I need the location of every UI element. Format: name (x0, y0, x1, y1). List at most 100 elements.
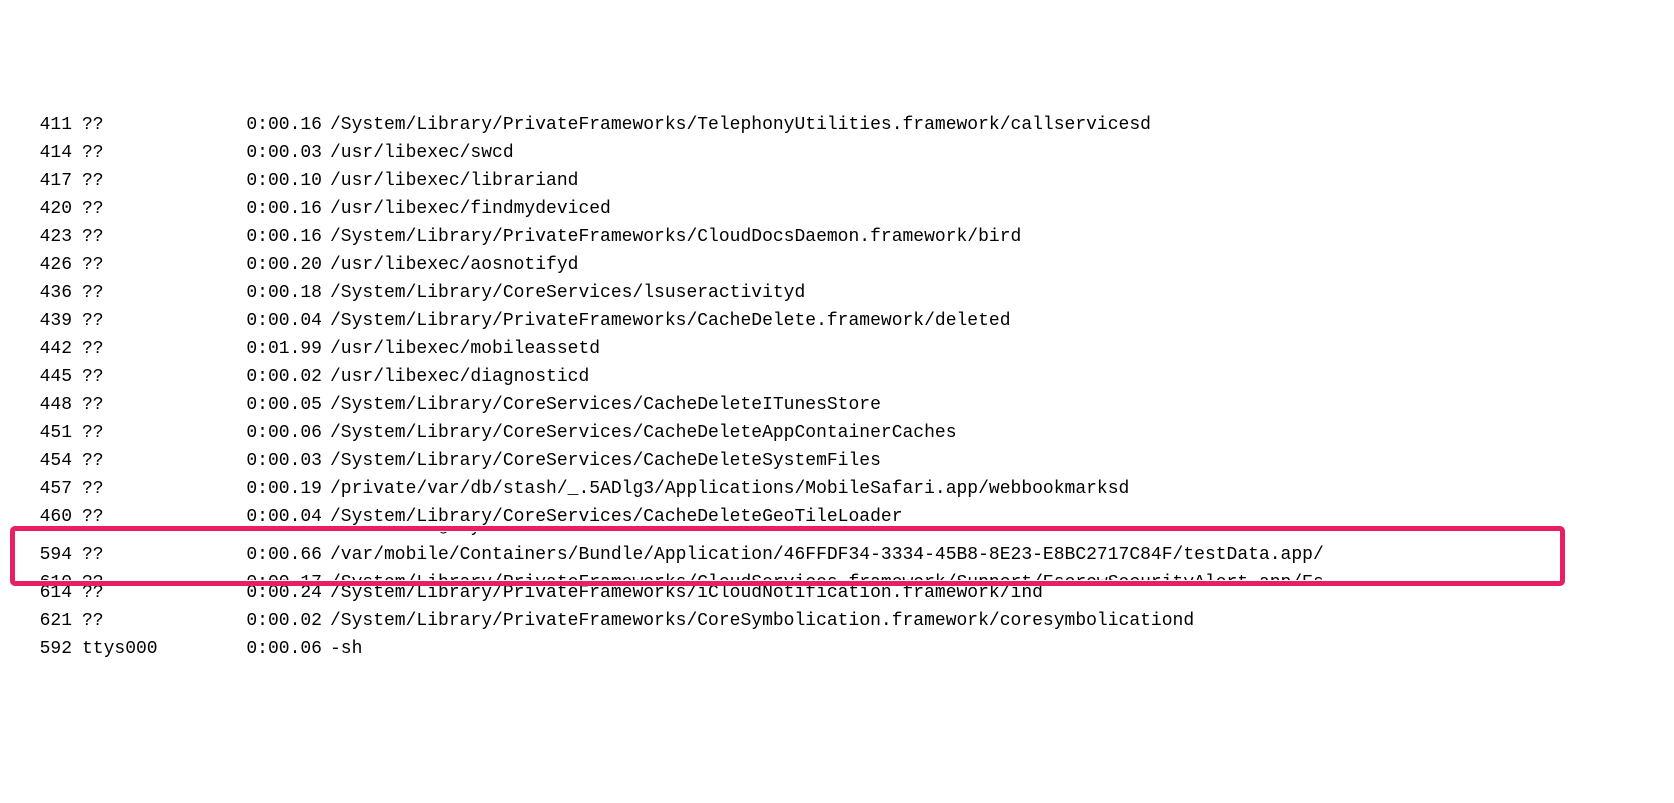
tty-cell: ?? (72, 580, 202, 608)
time-cell: 0:00.04 (202, 504, 322, 532)
command-cell: -sh (322, 636, 362, 664)
pid-cell: 621 (2, 608, 72, 636)
tty-cell: ?? (72, 196, 202, 224)
command-cell: /System/Library/PrivateFrameworks/CoreSy… (322, 608, 1194, 636)
tty-cell: ?? (72, 476, 202, 504)
time-cell: 0:00.10 (202, 168, 322, 196)
process-row: 448??0:00.05/System/Library/CoreServices… (2, 392, 1674, 420)
command-cell: /System/Library/PrivateFrameworks/CloudS… (322, 570, 1324, 580)
process-row: 457??0:00.19/private/var/db/stash/_.5ADl… (2, 476, 1674, 504)
time-cell: 0:01.99 (202, 336, 322, 364)
time-cell: 0:00.02 (202, 364, 322, 392)
process-row: 436??0:00.18/System/Library/CoreServices… (2, 280, 1674, 308)
tty-cell: ?? (72, 308, 202, 336)
tty-cell: ?? (72, 448, 202, 476)
time-cell: 0:00.18 (202, 280, 322, 308)
command-cell: /usr/libexec/diagnosticd (322, 364, 589, 392)
time-cell: 0:00.03 (202, 448, 322, 476)
process-row: 423??0:00.16/System/Library/PrivateFrame… (2, 224, 1674, 252)
time-cell: 0:00.16 (202, 224, 322, 252)
pid-cell: 590 (2, 532, 72, 542)
process-row: 420??0:00.16/usr/libexec/findmydeviced (2, 196, 1674, 224)
command-cell: /System/Library/CoreServices/CacheDelete… (322, 448, 881, 476)
command-cell: /System/Library/CoreServices/CacheDelete… (322, 392, 881, 420)
process-row: 426??0:00.20/usr/libexec/aosnotifyd (2, 252, 1674, 280)
process-row: 439??0:00.04/System/Library/PrivateFrame… (2, 308, 1674, 336)
pid-cell: 614 (2, 580, 72, 608)
pid-cell: 442 (2, 336, 72, 364)
tty-cell: ?? (72, 336, 202, 364)
command-cell: /System/Library/PrivateFrameworks/Teleph… (322, 112, 1151, 140)
command-cell: /usr/libexec/librariand (322, 168, 578, 196)
process-row: 442??0:01.99/usr/libexec/mobileassetd (2, 336, 1674, 364)
tty-cell: ?? (72, 224, 202, 252)
process-row: 451??0:00.06/System/Library/CoreServices… (2, 420, 1674, 448)
tty-cell: ?? (72, 542, 202, 570)
time-cell: 0:00.42 (202, 532, 322, 542)
command-cell: /System/Library/CoreServices/CacheDelete… (322, 504, 903, 532)
command-cell: /private/var/db/stash/_.5ADlg3/Applicati… (322, 476, 1129, 504)
process-row: 454??0:00.03/System/Library/CoreServices… (2, 448, 1674, 476)
pid-cell: 448 (2, 392, 72, 420)
process-row: 621??0:00.02/System/Library/PrivateFrame… (2, 608, 1674, 636)
pid-cell: 420 (2, 196, 72, 224)
command-cell: /usr/libexec/aosnotifyd (322, 252, 578, 280)
time-cell: 0:00.16 (202, 196, 322, 224)
process-row: 417??0:00.10/usr/libexec/librariand (2, 168, 1674, 196)
command-cell: /System/Library/CoreServices/lsuseractiv… (322, 280, 805, 308)
command-cell: /System/Library/PrivateFrameworks/iCloud… (322, 580, 1043, 608)
time-cell: 0:00.05 (202, 392, 322, 420)
time-cell: 0:00.20 (202, 252, 322, 280)
command-cell: sshd: root@ttys000 (322, 532, 524, 542)
tty-cell: ?? (72, 280, 202, 308)
process-row: 460??0:00.04/System/Library/CoreServices… (2, 504, 1674, 532)
time-cell: 0:00.19 (202, 476, 322, 504)
pid-cell: 594 (2, 542, 72, 570)
tty-cell: ?? (72, 112, 202, 140)
process-row: 594??0:00.66/var/mobile/Containers/Bundl… (2, 542, 1674, 570)
tty-cell: ?? (72, 608, 202, 636)
tty-cell: ?? (72, 504, 202, 532)
command-cell: /System/Library/PrivateFrameworks/CacheD… (322, 308, 1011, 336)
pid-cell: 439 (2, 308, 72, 336)
process-list-terminal: 411??0:00.16/System/Library/PrivateFrame… (2, 112, 1674, 664)
tty-cell: ?? (72, 364, 202, 392)
pid-cell: 426 (2, 252, 72, 280)
time-cell: 0:00.04 (202, 308, 322, 336)
command-cell: /var/mobile/Containers/Bundle/Applicatio… (322, 542, 1324, 570)
process-row: 414??0:00.03/usr/libexec/swcd (2, 140, 1674, 168)
process-row: 614??0:00.24/System/Library/PrivateFrame… (2, 580, 1674, 608)
command-cell: /System/Library/CoreServices/CacheDelete… (322, 420, 957, 448)
pid-cell: 610 (2, 570, 72, 580)
pid-cell: 451 (2, 420, 72, 448)
command-cell: /System/Library/PrivateFrameworks/CloudD… (322, 224, 1021, 252)
time-cell: 0:00.17 (202, 570, 322, 580)
tty-cell: ?? (72, 252, 202, 280)
pid-cell: 423 (2, 224, 72, 252)
command-cell: /usr/libexec/findmydeviced (322, 196, 611, 224)
tty-cell: ?? (72, 420, 202, 448)
tty-cell: ttys000 (72, 636, 202, 664)
pid-cell: 417 (2, 168, 72, 196)
pid-cell: 414 (2, 140, 72, 168)
time-cell: 0:00.06 (202, 420, 322, 448)
process-row: 610??0:00.17/System/Library/PrivateFrame… (2, 570, 1674, 580)
tty-cell: ?? (72, 392, 202, 420)
time-cell: 0:00.03 (202, 140, 322, 168)
time-cell: 0:00.02 (202, 608, 322, 636)
tty-cell: ?? (72, 532, 202, 542)
process-row: 592ttys0000:00.06-sh (2, 636, 1674, 664)
time-cell: 0:00.24 (202, 580, 322, 608)
command-cell: /usr/libexec/swcd (322, 140, 514, 168)
tty-cell: ?? (72, 140, 202, 168)
time-cell: 0:00.66 (202, 542, 322, 570)
pid-cell: 592 (2, 636, 72, 664)
pid-cell: 460 (2, 504, 72, 532)
command-cell: /usr/libexec/mobileassetd (322, 336, 600, 364)
process-row: 411??0:00.16/System/Library/PrivateFrame… (2, 112, 1674, 140)
pid-cell: 411 (2, 112, 72, 140)
tty-cell: ?? (72, 168, 202, 196)
pid-cell: 436 (2, 280, 72, 308)
process-row: 590??0:00.42sshd: root@ttys000 (2, 532, 1674, 542)
pid-cell: 454 (2, 448, 72, 476)
